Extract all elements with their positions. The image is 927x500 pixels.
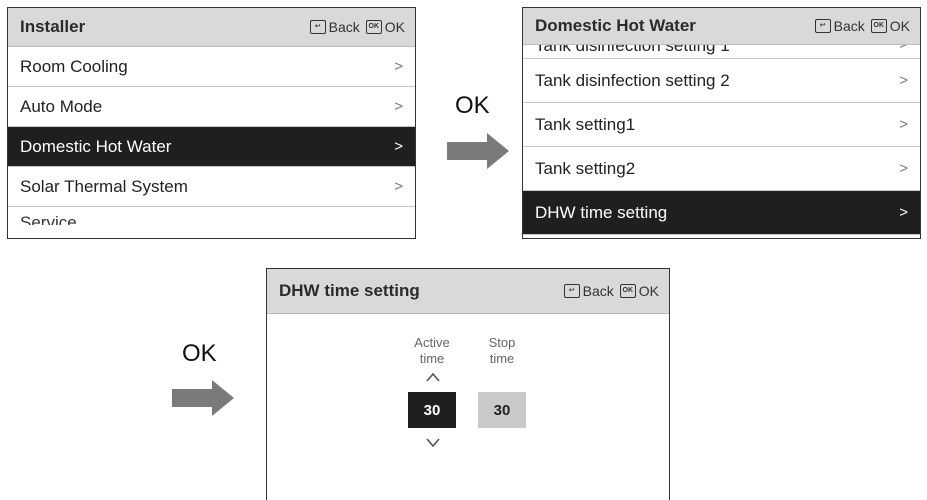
stop-time-label: Stop time — [477, 335, 527, 367]
softkeys: ↩ Back OK OK — [309, 19, 405, 35]
menu-item-label: Auto Mode — [20, 96, 103, 116]
screen-title: Installer — [20, 17, 86, 36]
menu-item-tank-disinfection-1-partial[interactable]: Tank disinfection setting 1 > — [523, 45, 920, 59]
domestic-hot-water-screen: Domestic Hot Water ↩ Back OK OK Tank dis… — [522, 7, 921, 239]
active-time-label: Active time — [407, 335, 457, 367]
menu-item-room-cooling[interactable]: Room Cooling > — [8, 47, 415, 87]
installer-screen: Installer ↩ Back OK OK Room Cooling > Au… — [7, 7, 416, 239]
ok-label: OK — [889, 18, 910, 34]
menu-item-label: Room Cooling — [20, 56, 128, 76]
menu-item-label: DHW time setting — [535, 202, 668, 222]
chevron-right-icon: > — [394, 138, 403, 155]
dhw-time-setting-screen: DHW time setting ↩ Back OK OK Active tim… — [266, 268, 670, 500]
chevron-up-icon[interactable] — [426, 369, 440, 385]
ok-button[interactable]: OK OK — [365, 19, 405, 35]
chevron-right-icon: > — [899, 72, 908, 89]
menu-item-label: Tank disinfection setting 1 — [535, 45, 730, 55]
stop-time-label-line1: Stop — [488, 335, 516, 350]
menu-item-label: Tank disinfection setting 2 — [535, 70, 730, 90]
back-label: Back — [582, 283, 614, 299]
menu-item-label: Solar Thermal System — [20, 176, 188, 196]
flow-ok-label: OK — [455, 92, 490, 119]
arrow-right-icon — [172, 380, 234, 416]
flow-ok-label: OK — [182, 340, 217, 367]
screen-header: Installer ↩ Back OK OK — [8, 8, 415, 47]
screen-title: DHW time setting — [279, 281, 420, 300]
ok-button[interactable]: OK OK — [619, 283, 659, 299]
active-time-label-line2: time — [419, 351, 445, 366]
ok-icon: OK — [365, 20, 382, 34]
ok-icon: OK — [870, 19, 887, 33]
back-label: Back — [833, 18, 865, 34]
ok-label: OK — [638, 283, 659, 299]
chevron-right-icon: > — [899, 45, 908, 58]
ok-button[interactable]: OK OK — [870, 18, 910, 34]
menu-item-tank-setting-1[interactable]: Tank setting1 > — [523, 103, 920, 147]
ok-label: OK — [384, 19, 405, 35]
screen-header: Domestic Hot Water ↩ Back OK OK — [523, 8, 920, 45]
menu-item-tank-disinfection-2[interactable]: Tank disinfection setting 2 > — [523, 59, 920, 103]
chevron-right-icon: > — [899, 116, 908, 133]
softkeys: ↩ Back OK OK — [563, 283, 659, 299]
stop-time-value[interactable]: 30 — [478, 392, 526, 428]
back-button[interactable]: ↩ Back — [563, 283, 614, 299]
chevron-right-icon: > — [899, 204, 908, 221]
chevron-down-icon[interactable] — [426, 435, 440, 451]
menu-item-dhw-time-setting[interactable]: DHW time setting > — [523, 191, 920, 235]
back-icon: ↩ — [814, 19, 831, 33]
menu-item-solar-thermal-system[interactable]: Solar Thermal System > — [8, 167, 415, 207]
menu-item-label: Domestic Hot Water — [20, 136, 172, 156]
ok-icon: OK — [619, 284, 636, 298]
menu-item-domestic-hot-water[interactable]: Domestic Hot Water > — [8, 127, 415, 167]
menu-item-service-partial[interactable]: Service — [8, 207, 415, 225]
softkeys: ↩ Back OK OK — [814, 18, 910, 34]
menu-item-label: Tank setting1 — [535, 114, 636, 134]
chevron-right-icon: > — [394, 58, 403, 75]
chevron-right-icon: > — [899, 160, 908, 177]
chevron-right-icon: > — [394, 178, 403, 195]
menu-item-auto-mode[interactable]: Auto Mode > — [8, 87, 415, 127]
back-button[interactable]: ↩ Back — [309, 19, 360, 35]
active-time-label-line1: Active — [414, 335, 450, 350]
menu-item-label: Service — [20, 213, 77, 225]
back-label: Back — [328, 19, 360, 35]
back-icon: ↩ — [563, 284, 580, 298]
stop-time-label-line2: time — [489, 351, 515, 366]
menu-item-label: Tank setting2 — [535, 158, 636, 178]
chevron-right-icon: > — [394, 98, 403, 115]
back-icon: ↩ — [309, 20, 326, 34]
menu-item-tank-setting-2[interactable]: Tank setting2 > — [523, 147, 920, 191]
screen-title: Domestic Hot Water — [535, 16, 696, 35]
arrow-right-icon — [447, 133, 509, 169]
back-button[interactable]: ↩ Back — [814, 18, 865, 34]
active-time-value[interactable]: 30 — [408, 392, 456, 428]
screen-header: DHW time setting ↩ Back OK OK — [267, 269, 669, 314]
